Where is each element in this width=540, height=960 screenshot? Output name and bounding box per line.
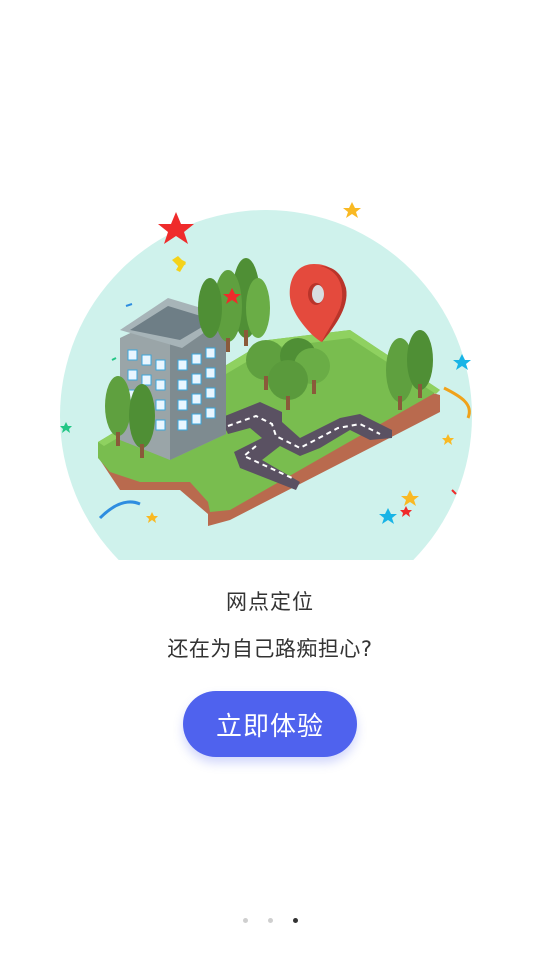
try-now-button[interactable]: 立即体验 [183, 691, 357, 757]
page-indicator-dot [242, 918, 248, 923]
page-indicator-dot [267, 918, 273, 923]
page-subtitle: 还在为自己路痴担心? [167, 637, 373, 661]
page-title: 网点定位 [226, 590, 314, 614]
page-indicator [0, 918, 540, 923]
page-indicator-dot-active [292, 918, 298, 923]
map-location-icon [60, 202, 472, 560]
onboarding-screen: 网点定位 还在为自己路痴担心? 立即体验 [0, 0, 540, 960]
